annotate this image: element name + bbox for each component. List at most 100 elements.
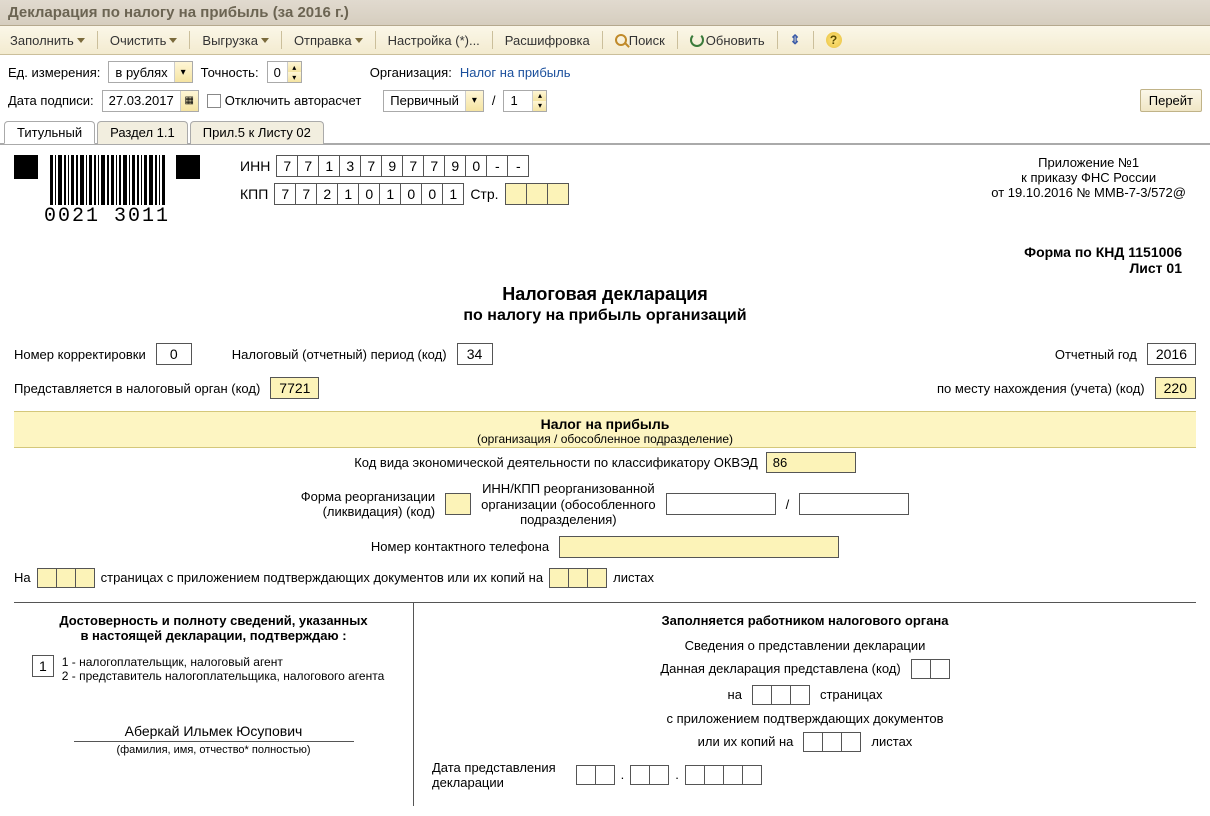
sheets-count[interactable] [549,568,607,588]
kind-select[interactable]: Первичный ▾ [383,90,484,112]
chevron-down-icon[interactable]: ▾ [465,91,483,111]
tab-title[interactable]: Титульный [4,121,95,144]
updown-button[interactable]: ⇕ [786,30,805,50]
marker-icon [14,155,38,179]
kpp-boxes[interactable]: 772101001 [274,183,464,205]
right-pages [752,685,810,705]
settings-button[interactable]: Настройка (*)... [384,31,484,50]
tabs: Титульный Раздел 1.1 Прил.5 к Листу 02 [0,120,1210,144]
reorg-code[interactable] [445,493,471,515]
separator [189,31,190,49]
place-label: по месту нахождения (учета) (код) [937,381,1145,396]
organ-label: Представляется в налоговый орган (код) [14,381,260,396]
send-button[interactable]: Отправка [290,31,367,50]
toolbar: Заполнить Очистить Выгрузка Отправка Нас… [0,26,1210,55]
sign-date-input[interactable]: 27.03.2017 ▦ [102,90,199,112]
organ-value[interactable]: 7721 [270,377,319,399]
goto-button[interactable]: Перейт [1140,89,1202,112]
okved-label: Код вида экономической деятельности по к… [354,455,758,470]
cert-options: 1 - налогоплательщик, налоговый агент 2 … [62,655,384,683]
precision-label: Точность: [201,65,259,80]
place-value[interactable]: 220 [1155,377,1196,399]
date-boxes: . . [576,765,762,785]
help-icon: ? [826,32,842,48]
help-button[interactable]: ? [822,30,846,50]
updown-icon: ⇕ [790,32,801,48]
period-value[interactable]: 34 [457,343,493,365]
on-label: На [14,570,31,585]
form-code: Форма по КНД 1151006 Лист 01 [14,244,1182,276]
org-label: Организация: [370,65,452,80]
barcode-text: 0021 3011 [44,205,170,228]
correction-label: Номер корректировки [14,347,146,362]
separator [492,31,493,49]
fio-value[interactable]: Аберкай Ильмек Юсупович [74,723,354,742]
refresh-icon [690,33,704,47]
window-title: Декларация по налогу на прибыль (за 2016… [0,0,1210,26]
separator [375,31,376,49]
separator [97,31,98,49]
fill-button[interactable]: Заполнить [6,31,89,50]
separator [281,31,282,49]
search-icon [615,34,627,46]
reorg-innkpp-label: ИНН/КПП реорганизованной организации (об… [481,481,655,528]
presented-code [911,659,950,679]
declaration-title: Налоговая декларация [14,284,1196,305]
presented-label: Данная декларация представлена (код) [660,661,900,676]
pages-label: страницах [820,687,883,702]
year-label: Отчетный год [1055,347,1137,362]
decode-button[interactable]: Расшифровка [501,31,594,50]
unit-label: Ед. измерения: [8,65,100,80]
precision-select[interactable]: 0 [267,61,302,83]
disable-calc-checkbox[interactable]: Отключить авторасчет [207,93,362,109]
cert-title: Достоверность и полноту сведений, указан… [32,613,395,643]
sheets-label: листах [613,570,654,585]
clear-button[interactable]: Очистить [106,31,182,50]
inn-boxes[interactable]: 7713797790-- [276,155,529,177]
declaration-subtitle: по налогу на прибыль организаций [14,307,1196,325]
page-label: Стр. [470,186,498,202]
num-input[interactable]: 1 [503,90,547,112]
fio-caption: (фамилия, имя, отчество* полностью) [32,744,395,756]
filled-by-title: Заполняется работником налогового органа [432,613,1178,628]
separator [813,31,814,49]
correction-value[interactable]: 0 [156,343,192,365]
reorg-inn-input[interactable] [666,493,776,515]
tab-appendix-5[interactable]: Прил.5 к Листу 02 [190,121,324,144]
page-content: 0021 3011 ИНН 7713797790-- КПП 772101001… [0,144,1210,816]
spinner-icon[interactable] [287,62,301,82]
barcode-icon [50,155,165,205]
date-label: Дата представления декларации [432,760,556,790]
sheets-label: листах [871,734,912,749]
reorg-label: Форма реорганизации (ликвидация) (код) [301,489,435,520]
upload-button[interactable]: Выгрузка [198,31,273,50]
phone-label: Номер контактного телефона [371,539,549,554]
separator [677,31,678,49]
slash: / [786,497,790,512]
tab-section-1-1[interactable]: Раздел 1.1 [97,121,188,144]
sign-date-label: Дата подписи: [8,93,94,108]
reorg-kpp-input[interactable] [799,493,909,515]
spinner-icon[interactable] [532,91,546,111]
attach-label: с приложением подтверждающих документов [432,711,1178,726]
separator [777,31,778,49]
slash: / [492,93,496,108]
chevron-down-icon[interactable]: ▾ [174,62,192,82]
calendar-icon[interactable]: ▦ [180,91,198,111]
params-panel: Ед. измерения: в рублях ▾ Точность: 0 Ор… [0,55,1210,120]
cert-code[interactable]: 1 [32,655,54,677]
kpp-label: КПП [240,186,268,202]
year-value[interactable]: 2016 [1147,343,1196,365]
copies-label: или их копий на [698,734,794,749]
refresh-button[interactable]: Обновить [686,31,769,50]
pages-count[interactable] [37,568,95,588]
marker-icon [176,155,200,179]
unit-select[interactable]: в рублях ▾ [108,61,192,83]
period-label: Налоговый (отчетный) период (код) [232,347,447,362]
separator [602,31,603,49]
org-link[interactable]: Налог на прибыль [460,65,571,80]
on-label: на [728,687,742,702]
search-button[interactable]: Поиск [611,31,669,50]
phone-input[interactable] [559,536,839,558]
okved-value[interactable]: 86 [766,452,856,473]
